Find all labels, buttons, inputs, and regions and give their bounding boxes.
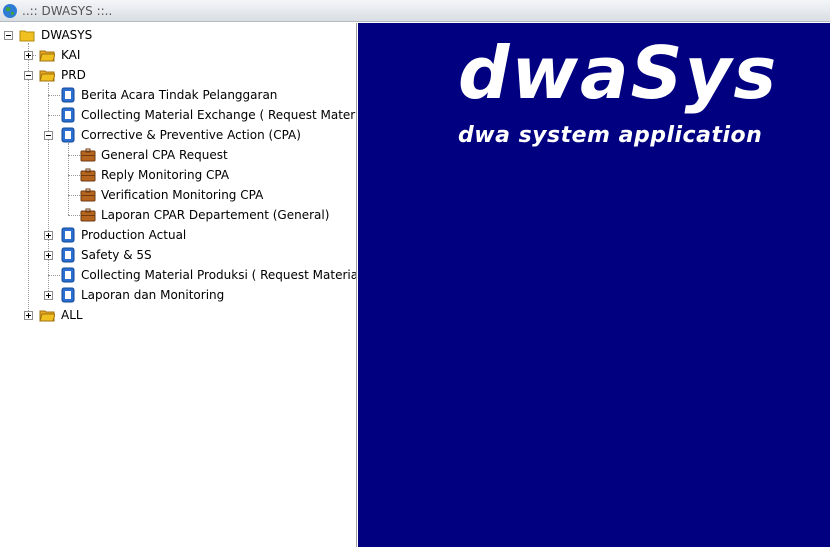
tree-node-prd[interactable]: PRD [0, 65, 200, 85]
tree-label: Laporan CPAR Departement (General) [101, 208, 330, 222]
expand-toggle-icon[interactable] [24, 311, 33, 320]
tree-label: Reply Monitoring CPA [101, 168, 230, 182]
folder-open-icon [19, 30, 35, 42]
tree-label: PRD [61, 68, 86, 82]
app-icon [61, 87, 75, 103]
collapse-toggle-icon[interactable] [44, 131, 53, 140]
tree-node-laporan-cpar[interactable]: Laporan CPAR Departement (General) [0, 205, 356, 225]
expand-toggle-icon[interactable] [44, 231, 53, 240]
collapse-toggle-icon[interactable] [24, 71, 33, 80]
tree-label: Verification Monitoring CPA [101, 188, 264, 202]
tree-label: Collecting Material Produksi ( Request M… [81, 268, 357, 282]
content-pane: dwaSys dwa system application [358, 23, 830, 547]
tree-node-verification-monitoring-cpa[interactable]: Verification Monitoring CPA [0, 185, 356, 205]
tree-node-laporan-monitoring[interactable]: Laporan dan Monitoring [0, 285, 356, 305]
tree-node-collecting-exchange[interactable]: Collecting Material Exchange ( Request M… [0, 105, 357, 125]
tree-node-collecting-produksi[interactable]: Collecting Material Produksi ( Request M… [0, 265, 357, 285]
briefcase-icon [80, 208, 96, 222]
expand-toggle-icon[interactable] [44, 291, 53, 300]
title-bar: ..:: DWASYS ::.. [0, 0, 830, 22]
expand-toggle-icon[interactable] [24, 51, 33, 60]
tree-node-production-actual[interactable]: Production Actual [0, 225, 356, 245]
app-icon [61, 287, 75, 303]
tree-node-all[interactable]: ALL [0, 305, 200, 325]
tree-node-safety-5s[interactable]: Safety & 5S [0, 245, 356, 265]
tree-label: ALL [61, 308, 83, 322]
tree-label: KAI [61, 48, 81, 62]
tree-label: General CPA Request [101, 148, 228, 162]
app-tagline: dwa system application [458, 123, 763, 148]
tree-label: Collecting Material Exchange ( Request M… [81, 108, 357, 122]
folder-open-icon [39, 70, 55, 82]
briefcase-icon [80, 168, 96, 182]
tree-label: Laporan dan Monitoring [81, 288, 225, 302]
app-icon [61, 267, 75, 283]
tree-node-berita-acara[interactable]: Berita Acara Tindak Pelanggaran [0, 85, 356, 105]
app-logo: dwaSys [458, 31, 779, 115]
app-icon [61, 227, 75, 243]
app-icon [61, 107, 75, 123]
navigation-tree[interactable]: DWASYS KAI PRD Berita Acara Tindak Pelan… [0, 23, 357, 547]
tree-node-cpa[interactable]: Corrective & Preventive Action (CPA) [0, 125, 356, 145]
tree-node-kai[interactable]: KAI [0, 45, 200, 65]
tree-label: Production Actual [81, 228, 187, 242]
app-icon [61, 247, 75, 263]
tree-node-reply-monitoring-cpa[interactable]: Reply Monitoring CPA [0, 165, 356, 185]
globe-icon [3, 3, 17, 18]
folder-icon [39, 50, 55, 62]
folder-icon [39, 310, 55, 322]
briefcase-icon [80, 188, 96, 202]
collapse-toggle-icon[interactable] [4, 31, 13, 40]
app-icon [61, 127, 75, 143]
expand-toggle-icon[interactable] [44, 251, 53, 260]
briefcase-icon [80, 148, 96, 162]
tree-label: DWASYS [41, 28, 93, 42]
tree-node-dwasys[interactable]: DWASYS [0, 25, 200, 45]
tree-node-general-cpa-request[interactable]: General CPA Request [0, 145, 356, 165]
tree-label: Berita Acara Tindak Pelanggaran [81, 88, 278, 102]
tree-label: Safety & 5S [81, 248, 152, 262]
tree-label: Corrective & Preventive Action (CPA) [81, 128, 301, 142]
window-title: ..:: DWASYS ::.. [22, 3, 113, 18]
